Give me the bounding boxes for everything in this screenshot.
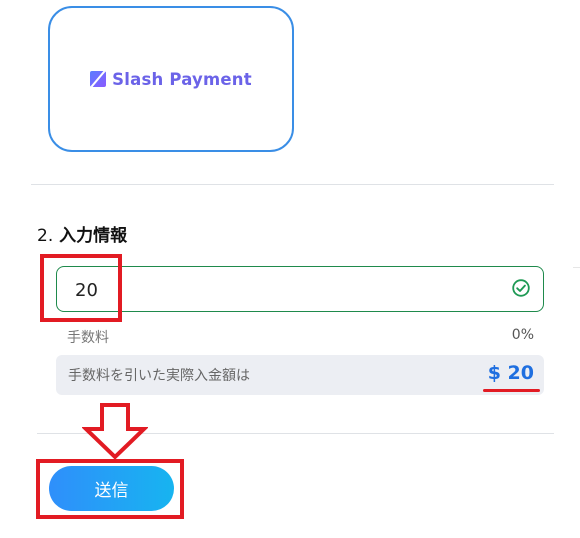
page: Slash Payment 2. 入力情報 手数料 0% 手数料を引いた実際入金… — [0, 0, 580, 538]
payment-method-card[interactable]: Slash Payment — [48, 6, 294, 152]
check-circle-icon — [512, 279, 530, 297]
fee-value: 0% — [511, 327, 534, 343]
net-amount-box: 手数料を引いた実際入金額は $ 20 — [56, 355, 544, 395]
amount-field[interactable] — [56, 266, 544, 312]
fee-label: 手数料 — [67, 330, 109, 346]
logo-text: Slash Payment — [112, 69, 252, 89]
section-number: 2. — [37, 226, 54, 246]
slash-payment-logo: Slash Payment — [90, 70, 252, 89]
section-title: 2. 入力情報 — [37, 221, 127, 246]
annotation-box-amount — [40, 254, 122, 322]
edge-mark — [573, 267, 580, 268]
divider — [31, 184, 554, 185]
net-amount-label: 手数料を引いた実際入金額は — [68, 368, 250, 384]
net-amount-value: $ 20 — [487, 362, 534, 384]
annotation-underline-net-amount — [483, 389, 540, 392]
section-title-text: 入力情報 — [59, 226, 128, 246]
slash-logo-icon — [90, 71, 107, 87]
down-arrow-icon — [82, 403, 148, 460]
amount-input[interactable] — [73, 277, 477, 303]
annotation-box-submit — [36, 459, 184, 519]
